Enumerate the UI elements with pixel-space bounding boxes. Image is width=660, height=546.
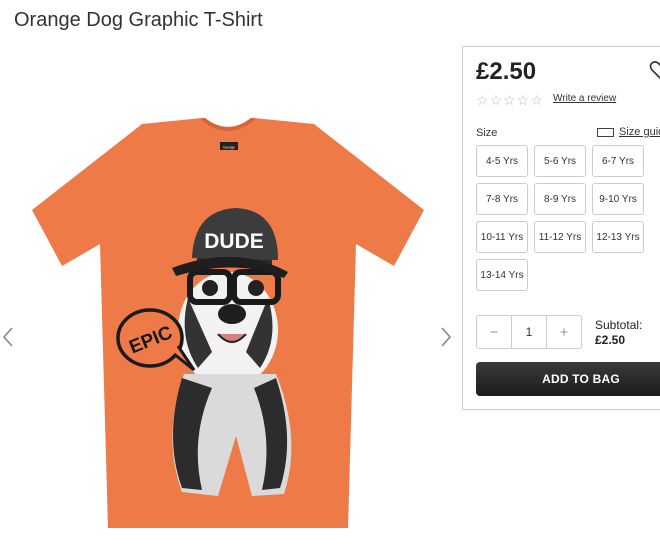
- subtotal-value: £2.50: [595, 333, 626, 347]
- star-icon: ☆: [489, 92, 503, 108]
- shirt-tag-text: George: [223, 146, 235, 150]
- quantity-decrease-button[interactable]: −: [477, 316, 511, 348]
- size-guide-link[interactable]: Size guide: [597, 126, 660, 138]
- write-review-link[interactable]: Write a review: [553, 93, 616, 104]
- star-icon: ☆: [476, 92, 489, 108]
- print-hat-text: DUDE: [204, 230, 264, 253]
- chevron-left-icon[interactable]: [2, 326, 14, 354]
- product-title: Orange Dog Graphic T-Shirt: [14, 9, 263, 31]
- size-option[interactable]: 5-6 Yrs: [534, 145, 586, 177]
- quantity-increase-button[interactable]: +: [547, 316, 581, 348]
- add-to-bag-button[interactable]: ADD TO BAG: [476, 362, 660, 396]
- purchase-panel: £2.50 ☆ ☆ ☆ ☆ ☆ Write a review Size Size…: [462, 46, 660, 410]
- size-option[interactable]: 11-12 Yrs: [534, 221, 586, 253]
- size-option[interactable]: 13-14 Yrs: [476, 259, 528, 291]
- price: £2.50: [476, 58, 537, 85]
- size-option[interactable]: 6-7 Yrs: [592, 145, 644, 177]
- size-option[interactable]: 10-11 Yrs: [476, 221, 528, 253]
- quantity-stepper: − 1 +: [476, 315, 582, 349]
- product-image: George DUDE EPIC: [32, 118, 424, 528]
- chevron-right-icon[interactable]: [440, 326, 452, 354]
- heart-icon[interactable]: [649, 59, 660, 81]
- quantity-value[interactable]: 1: [511, 316, 547, 348]
- size-label: Size: [476, 127, 498, 139]
- ruler-icon: [597, 127, 614, 137]
- subtotal-label: Subtotal:: [595, 318, 643, 332]
- size-option[interactable]: 4-5 Yrs: [476, 145, 528, 177]
- star-icon: ☆: [516, 92, 530, 108]
- size-guide-label: Size guide: [619, 126, 660, 138]
- size-option[interactable]: 8-9 Yrs: [534, 183, 586, 215]
- rating-stars: ☆ ☆ ☆ ☆ ☆: [476, 93, 543, 107]
- size-option[interactable]: 7-8 Yrs: [476, 183, 528, 215]
- size-option[interactable]: 9-10 Yrs: [592, 183, 644, 215]
- star-icon: ☆: [503, 92, 516, 108]
- star-icon: ☆: [530, 92, 543, 108]
- size-option[interactable]: 12-13 Yrs: [592, 221, 644, 253]
